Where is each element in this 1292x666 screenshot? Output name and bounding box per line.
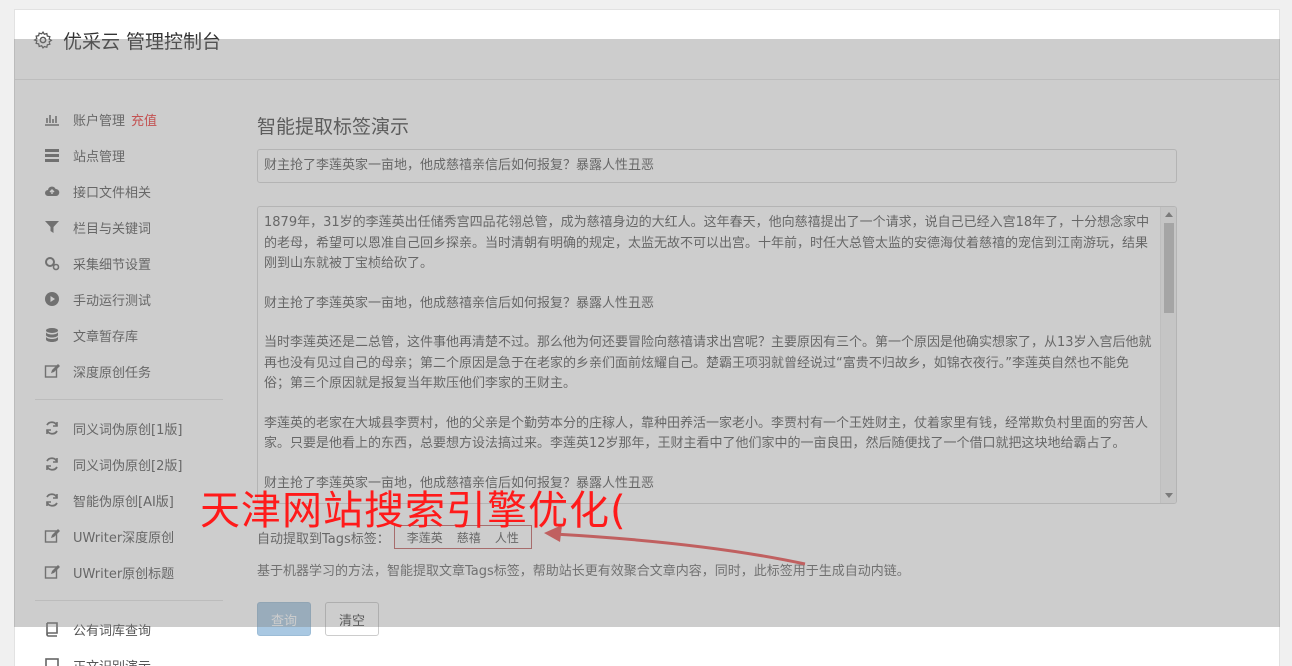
edit-icon <box>43 564 61 580</box>
sidebar-item-label: 正文识别演示 <box>73 656 151 666</box>
gears-icon <box>43 255 61 271</box>
scroll-down-arrow-icon[interactable] <box>1165 493 1173 498</box>
sidebar-item-label: 同义词伪原创[2版] <box>73 458 183 474</box>
sidebar-item-sites[interactable]: 站点管理 <box>43 144 125 166</box>
square-icon <box>43 657 61 666</box>
sidebar-item-uwriter-deep[interactable]: UWriter深度原创 <box>43 525 174 547</box>
scrollbar-thumb[interactable] <box>1164 223 1174 313</box>
gear-icon[interactable] <box>33 30 53 50</box>
sidebar-item-label: 深度原创任务 <box>73 365 152 381</box>
sidebar-item-uwriter-title[interactable]: UWriter原创标题 <box>43 561 174 583</box>
sidebar-item-label: 站点管理 <box>73 149 126 165</box>
article-title-input[interactable]: 财主抢了李莲英家一亩地，他成慈禧亲信后如何报复？暴露人性丑恶 <box>257 149 1177 183</box>
sidebar-item-manual-run[interactable]: 手动运行测试 <box>43 288 151 310</box>
top-bar: 优采云 管理控制台 <box>15 10 1279 80</box>
sidebar-item-public-lexicon[interactable]: 公有词库查询 <box>43 618 151 640</box>
sidebar-item-label: 账户管理 <box>73 113 126 129</box>
sidebar-divider <box>35 600 223 601</box>
edit-icon <box>43 528 61 544</box>
recharge-link[interactable]: 充值 <box>131 110 157 129</box>
sidebar-item-ai-rewrite[interactable]: 智能伪原创[AI版] <box>43 489 174 511</box>
sidebar-item-label: 手动运行测试 <box>73 293 152 309</box>
watermark-text: 天津网站搜索引擎优化( <box>200 488 627 534</box>
textarea-scrollbar[interactable] <box>1160 207 1176 503</box>
article-body-textarea[interactable]: 1879年，31岁的李莲英出任储秀宫四品花翎总管，成为慈禧身边的大红人。这年春天… <box>257 206 1177 504</box>
refresh-icon <box>43 456 61 472</box>
page-title: 智能提取标签演示 <box>257 116 410 138</box>
scroll-up-arrow-icon[interactable] <box>1165 212 1173 217</box>
sidebar-item-synonym-v2[interactable]: 同义词伪原创[2版] <box>43 453 182 475</box>
server-icon <box>43 147 61 163</box>
body-paragraph: 财主抢了李莲英家一亩地，他成慈禧亲信后如何报复？暴露人性丑恶 <box>264 295 655 311</box>
sidebar-item-synonym-v1[interactable]: 同义词伪原创[1版] <box>43 417 182 439</box>
body-paragraph: 1879年，31岁的李莲英出任储秀宫四品花翎总管，成为慈禧身边的大红人。这年春天… <box>264 215 1150 271</box>
sidebar-item-label: 栏目与关键词 <box>73 221 152 237</box>
sidebar-item-deep-original[interactable]: 深度原创任务 <box>43 360 151 382</box>
query-button[interactable]: 查询 <box>257 602 311 636</box>
sidebar-item-account[interactable]: 账户管理 充值 <box>43 108 157 130</box>
filter-icon <box>43 219 61 235</box>
sidebar-item-label: 智能伪原创[AI版] <box>73 494 174 510</box>
database-icon <box>43 327 61 343</box>
bar-chart-icon <box>43 111 61 127</box>
body-paragraph: 李莲英的老家在大城县李贾村，他的父亲是个勤劳本分的庄稼人，靠种田养活一家老小。李… <box>264 415 1149 452</box>
sidebar-item-label: 文章暂存库 <box>73 329 139 345</box>
play-circle-icon <box>43 291 61 307</box>
sidebar-item-columns-keywords[interactable]: 栏目与关键词 <box>43 216 151 238</box>
sidebar-divider <box>35 399 223 400</box>
sidebar-item-label: UWriter原创标题 <box>73 566 175 582</box>
body-paragraph: 当时李莲英还是二总管，这件事他再清楚不过。那么他为何还要冒险向慈禧请求出宫呢？主… <box>264 335 1152 391</box>
cloud-upload-icon <box>43 183 61 199</box>
article-body-content[interactable]: 1879年，31岁的李莲英出任储秀宫四品花翎总管，成为慈禧身边的大红人。这年春天… <box>258 207 1160 503</box>
sidebar-item-label: 接口文件相关 <box>73 185 152 201</box>
sidebar-item-label: 同义词伪原创[1版] <box>73 422 183 438</box>
book-icon <box>43 621 61 637</box>
app-title: 优采云 管理控制台 <box>63 31 222 53</box>
sidebar-item-label: 采集细节设置 <box>73 257 152 273</box>
refresh-icon <box>43 492 61 508</box>
sidebar-item-article-store[interactable]: 文章暂存库 <box>43 324 138 346</box>
sidebar-item-label: UWriter深度原创 <box>73 530 175 546</box>
clear-button[interactable]: 清空 <box>325 602 379 636</box>
sidebar-item-api-files[interactable]: 接口文件相关 <box>43 180 151 202</box>
sidebar-item-text-recognition[interactable]: 正文识别演示 <box>43 654 151 666</box>
sidebar-item-collect-settings[interactable]: 采集细节设置 <box>43 252 151 274</box>
refresh-icon <box>43 420 61 436</box>
sidebar-item-label: 公有词库查询 <box>73 623 152 639</box>
edit-icon <box>43 363 61 379</box>
